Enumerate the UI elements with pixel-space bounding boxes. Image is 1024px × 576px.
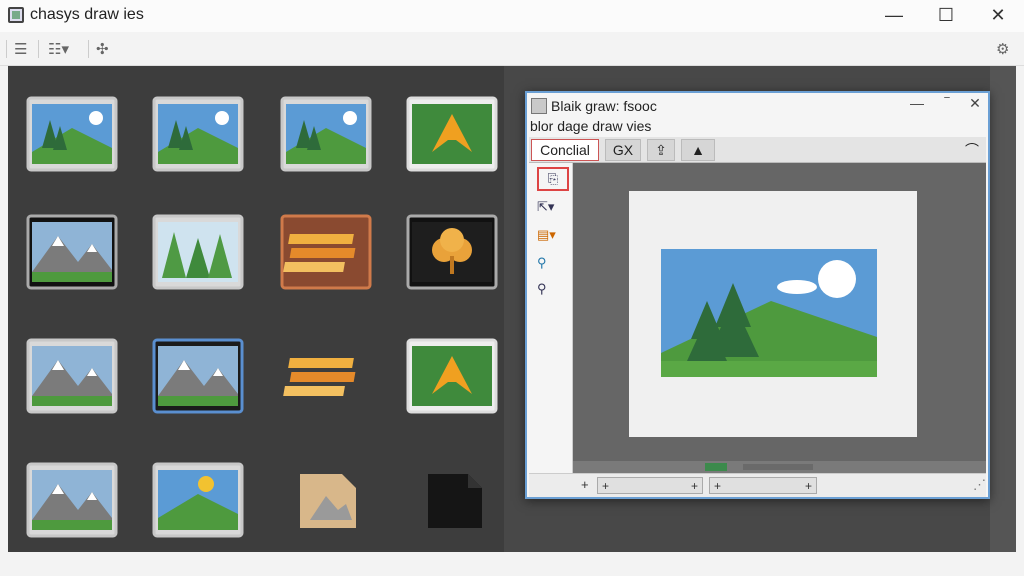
gallery-thumbnail[interactable] [280,214,372,290]
tab-triangle[interactable]: ▲ [681,139,715,161]
window-title: chasys draw ies [30,6,144,23]
thumbnail-image [406,338,498,414]
gallery-thumbnail[interactable] [406,338,498,414]
thumbnail-image [152,338,244,414]
dialog-app-icon [531,98,547,114]
puzzle-icon[interactable]: ✣ [96,39,109,59]
gallery-thumbnail[interactable] [280,338,372,414]
gallery-thumbnail[interactable] [406,462,498,538]
resize-grip-icon[interactable]: ⋰ [973,477,986,493]
dialog-restore-button[interactable]: ‾ [935,95,959,111]
thumbnail-image [152,214,244,290]
thumbnail-image [280,214,372,290]
title-bar: chasys draw ies — ☐ ✕ [0,0,1024,32]
thumbnail-image [26,462,118,538]
gallery-thumbnail[interactable] [152,96,244,172]
zoom-icon[interactable]: ⚲ [537,277,569,301]
status-bar [0,552,1024,576]
gallery-thumbnail[interactable] [152,214,244,290]
toolbar-separator [88,40,89,58]
align-left-icon[interactable]: ☰ [14,39,27,59]
position-field-left: + [602,478,610,493]
main-window: chasys draw ies — ☐ ✕ ☰ ☷▾ ✣ ⚙ Blaik gra… [0,0,1024,576]
link-icon[interactable]: ⚲ [537,251,569,275]
scrollbar-track-segment [743,464,813,470]
thumbnail-image [152,96,244,172]
landscape-image [661,249,877,377]
add-icon[interactable]: + [581,477,589,492]
list-dropdown-icon[interactable]: ☷▾ [48,39,69,59]
right-panel-strip [990,66,1016,552]
dialog-tabs: Conclial GX ⇪ ▲ ⌒ [529,137,986,163]
thumbnail-image [26,96,118,172]
thumbnail-image [280,96,372,172]
tab-gx[interactable]: GX [605,139,641,161]
thumbnail-image [428,474,482,528]
color-icon[interactable]: ▤▾ [537,223,569,247]
gallery-thumbnail[interactable] [26,214,118,290]
scrollbar-thumb[interactable] [705,463,727,471]
canvas-horizontal-scrollbar[interactable] [573,461,986,473]
gallery-thumbnail[interactable] [406,96,498,172]
maximize-button[interactable]: ☐ [920,0,972,30]
thumbnail-image [152,462,244,538]
thumbnail-image [300,474,356,528]
dialog-minimize-button[interactable]: — [905,95,929,111]
size-field[interactable]: + + [709,477,817,494]
canvas-page [629,191,917,437]
app-icon [8,7,24,23]
tab-collapse-icon[interactable]: ⌒ [961,139,983,161]
dialog-tool-sidebar: ⎘ ⇱▾ ▤▾ ⚲ ⚲ [529,163,573,473]
position-field-right: + [690,478,698,493]
gallery-thumbnail[interactable] [280,96,372,172]
thumbnail-image [406,214,498,290]
close-button[interactable]: ✕ [972,0,1024,30]
position-field[interactable]: + + [597,477,703,494]
size-field-left: + [714,478,722,493]
thumbnail-image [283,358,356,396]
dialog-subtitle: blor dage draw vies [530,118,652,134]
gallery-thumbnail[interactable] [26,338,118,414]
toolbar: ☰ ☷▾ ✣ ⚙ [0,32,1024,66]
dialog-status-bar: + + + + + ⋰ [529,473,986,497]
thumbnail-image [26,338,118,414]
gear-icon[interactable]: ⚙ [996,39,1009,59]
thumbnail-image [26,214,118,290]
page-icon[interactable]: ⎘ [537,167,569,191]
dialog-title: Blaik graw: fsooc [551,98,657,114]
toolbar-separator [38,40,39,58]
tab-conclial[interactable]: Conclial [531,139,599,161]
thumbnail-image [406,96,498,172]
minimize-button[interactable]: — [868,0,920,30]
tab-upload[interactable]: ⇪ [647,139,675,161]
image-gallery [8,66,504,552]
drawing-canvas[interactable] [573,163,986,473]
resize-icon[interactable]: ⇱▾ [537,195,569,219]
draw-dialog: Blaik graw: fsooc — ‾ ✕ blor dage draw v… [525,91,990,499]
gallery-thumbnail[interactable] [152,462,244,538]
gallery-thumbnail[interactable] [26,96,118,172]
gallery-thumbnail[interactable] [152,338,244,414]
dialog-close-button[interactable]: ✕ [963,95,987,112]
toolbar-separator [6,40,7,58]
size-field-right: + [804,478,812,493]
gallery-thumbnail[interactable] [26,462,118,538]
gallery-thumbnail[interactable] [406,214,498,290]
gallery-thumbnail[interactable] [280,462,372,538]
